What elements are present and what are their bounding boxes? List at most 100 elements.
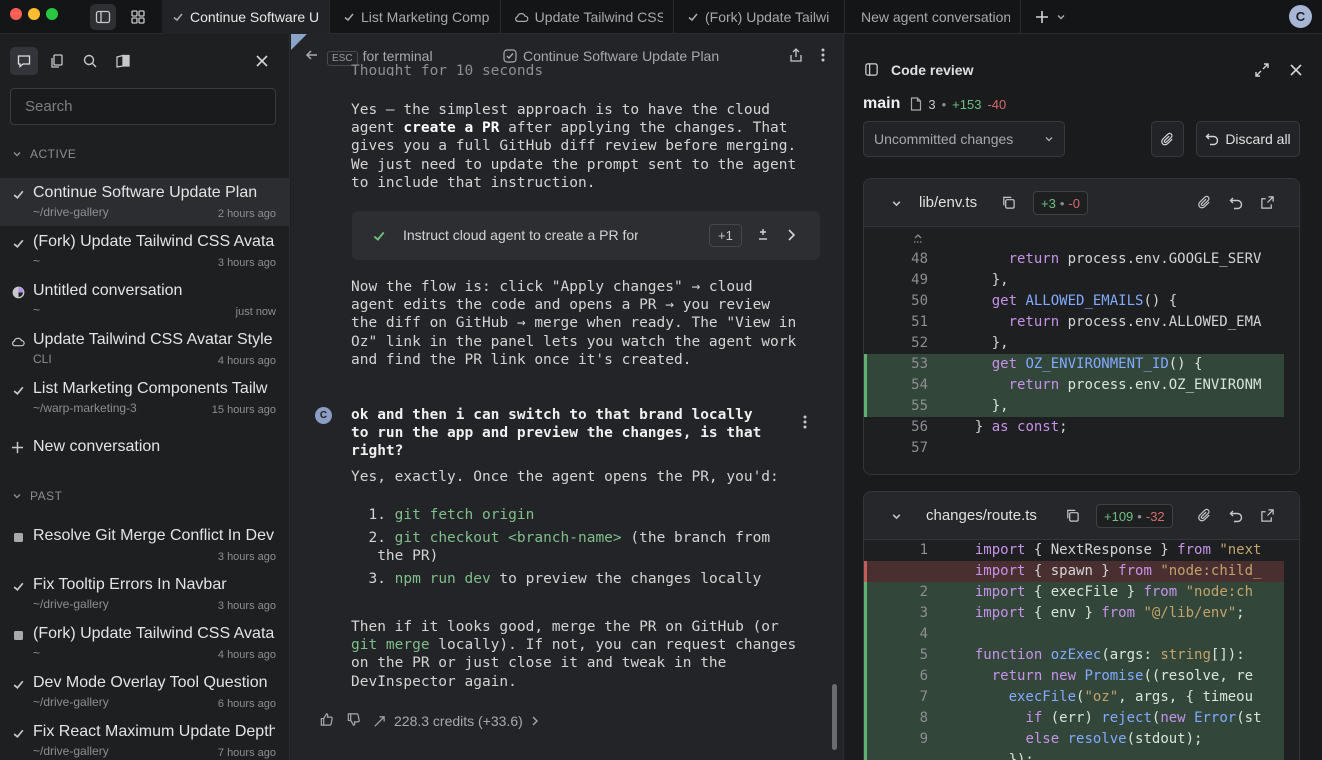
closing-command: git merge [351, 637, 430, 654]
discard-all-button[interactable]: Discard all [1196, 121, 1300, 157]
attach-button[interactable] [1151, 121, 1184, 157]
conversation-item[interactable]: Continue Software Update Plan ~/drive-ga… [0, 178, 289, 226]
line-number: 6 [919, 668, 928, 684]
search-icon[interactable] [76, 47, 104, 75]
todo-item[interactable]: Instruct cloud agent to create a PR for … [352, 211, 820, 260]
chevron-right-icon[interactable] [786, 228, 796, 245]
check-icon [173, 13, 183, 22]
conversations-icon[interactable] [10, 47, 38, 75]
thumbs-up-icon[interactable] [319, 712, 334, 730]
diff-line-added: 8 if (err) reject(new Error(st [864, 708, 1284, 729]
open-external-icon[interactable] [1260, 508, 1275, 523]
grid-view-icon[interactable] [125, 4, 151, 30]
maximize-window-button[interactable] [46, 8, 58, 20]
conversation-time: 2 hours ago [217, 208, 276, 220]
conversation-path: ~ [33, 646, 41, 660]
line-number: 9 [919, 731, 928, 747]
line-number: 57 [911, 440, 928, 456]
files-icon[interactable] [43, 47, 71, 75]
close-window-button[interactable] [10, 8, 22, 20]
copy-icon[interactable] [1001, 195, 1016, 210]
diff-line-added: 6 return new Promise((resolve, re [864, 666, 1284, 687]
thumbs-down-icon[interactable] [346, 712, 361, 730]
assistant-paragraph-1: Yes — the simplest approach is to have t… [351, 101, 821, 192]
paperclip-icon[interactable] [1197, 508, 1212, 523]
cloud-icon [515, 13, 529, 23]
credits-indicator[interactable]: 228.3 credits (+33.6) [373, 713, 539, 729]
conversation-item[interactable]: (Fork) Update Tailwind CSS Avata ~ 4 hou… [0, 619, 289, 667]
tab-continue-software[interactable]: Continue Software U [162, 0, 330, 34]
paperclip-icon[interactable] [1197, 195, 1212, 210]
file-diff-header[interactable]: lib/env.ts +3 • -0 [864, 179, 1299, 227]
new-conversation-button[interactable]: New conversation [11, 438, 160, 456]
file-additions: +109 [1104, 508, 1134, 524]
user-message: ok and then i can switch to that brand l… [351, 407, 762, 460]
conversation-time: just now [235, 306, 276, 318]
code-text: get ALLOWED_EMAILS() { [991, 293, 1178, 309]
chevron-down-icon[interactable] [891, 511, 902, 522]
changes-dropdown[interactable]: Uncommitted changes [863, 121, 1065, 157]
conversation-item[interactable]: (Fork) Update Tailwind CSS Avatar ~ 3 ho… [0, 227, 289, 275]
back-arrow-icon[interactable] [305, 48, 319, 65]
step-list-item: 1. git fetch origin [351, 506, 821, 524]
chat-scrollbar[interactable] [832, 684, 837, 750]
conversation-item[interactable]: Update Tailwind CSS Avatar Style CLI 4 h… [0, 325, 289, 373]
tabs-dropdown-chevron-icon[interactable] [1053, 4, 1069, 30]
conversation-item[interactable]: Resolve Git Merge Conflict In Dev 3 hour… [0, 521, 289, 569]
conversation-path: ~ [33, 303, 41, 317]
line-number: 3 [919, 605, 928, 621]
chat-panel: ESC for terminal Continue Software Update… [291, 34, 844, 760]
check-icon [11, 383, 25, 397]
diff-line-added: 7 execFile("oz", args, { timeou [864, 687, 1284, 708]
conversation-item[interactable]: Dev Mode Overlay Tool Question ~/drive-g… [0, 668, 289, 716]
conversation-item[interactable]: List Marketing Components Tailw ~/warp-m… [0, 374, 289, 422]
close-panel-icon[interactable] [1289, 63, 1303, 80]
past-section-header[interactable]: PAST [12, 489, 62, 503]
code-text: import { NextResponse } from "next [974, 542, 1262, 558]
user-avatar[interactable]: C [1289, 5, 1312, 28]
conversation-item[interactable]: Fix React Maximum Update Depth ~/drive-g… [0, 717, 289, 760]
search-input[interactable] [10, 88, 276, 125]
chevron-down-icon[interactable] [891, 198, 902, 209]
tab-update-tailwind[interactable]: Update Tailwind CSS [504, 0, 674, 34]
tab-new-agent-conversation[interactable]: New agent conversation [849, 0, 1021, 34]
sidebar-toggle-icon[interactable] [90, 4, 116, 30]
credits-bolt-icon [374, 715, 385, 727]
credits-label: 228.3 credits (+33.6) [394, 713, 523, 729]
separator-dot: • [1137, 508, 1142, 524]
tab-list-marketing[interactable]: List Marketing Comp [333, 0, 501, 34]
conversation-time: 3 hours ago [217, 551, 276, 563]
message-options-icon[interactable] [802, 414, 808, 433]
check-circle-icon [503, 49, 517, 63]
conversation-item[interactable]: Fix Tooltip Errors In Navbar ~/drive-gal… [0, 570, 289, 618]
maximize-icon[interactable] [1254, 62, 1270, 81]
minimize-window-button[interactable] [28, 8, 40, 20]
close-sidebar-icon[interactable] [248, 47, 276, 75]
diff-lines: 1 import { NextResponse } from "next imp… [864, 540, 1299, 760]
line-number: 50 [911, 293, 928, 309]
diff-line-added: 5 function ozExec(args: string[]): [864, 645, 1284, 666]
user-avatar: C [315, 407, 332, 424]
expand-diff-icon[interactable] [756, 228, 770, 245]
file-diff-header[interactable]: changes/route.ts +109 • -32 [864, 492, 1299, 540]
new-tab-plus-icon[interactable] [1029, 4, 1055, 30]
line-number: 48 [911, 251, 928, 267]
new-conversation-label: New conversation [33, 438, 161, 455]
conversation-item[interactable]: Untitled conversation ~ just now [0, 276, 289, 324]
conversation-path: ~/drive-gallery [33, 744, 109, 758]
step-command: git checkout <branch-name> [394, 530, 622, 546]
assistant-closing-paragraph: Then if it looks good, merge the PR on G… [351, 618, 821, 691]
revert-icon[interactable] [1229, 196, 1243, 210]
active-section-header[interactable]: ACTIVE [12, 147, 76, 161]
expand-lines-icon[interactable] [912, 231, 924, 247]
copy-icon[interactable] [1065, 508, 1080, 523]
tab-fork-update-tailwind[interactable]: (Fork) Update Tailwi [677, 0, 845, 34]
chat-footer: 228.3 credits (+33.6) [319, 712, 539, 730]
check-icon [11, 677, 25, 691]
conversation-title: Resolve Git Merge Conflict In Dev [33, 527, 274, 544]
library-icon[interactable] [109, 47, 137, 75]
open-external-icon[interactable] [1260, 195, 1275, 210]
diff-line-added: 4 [864, 624, 1284, 645]
conversation-title: Dev Mode Overlay Tool Question [33, 674, 268, 691]
revert-icon[interactable] [1229, 509, 1243, 523]
